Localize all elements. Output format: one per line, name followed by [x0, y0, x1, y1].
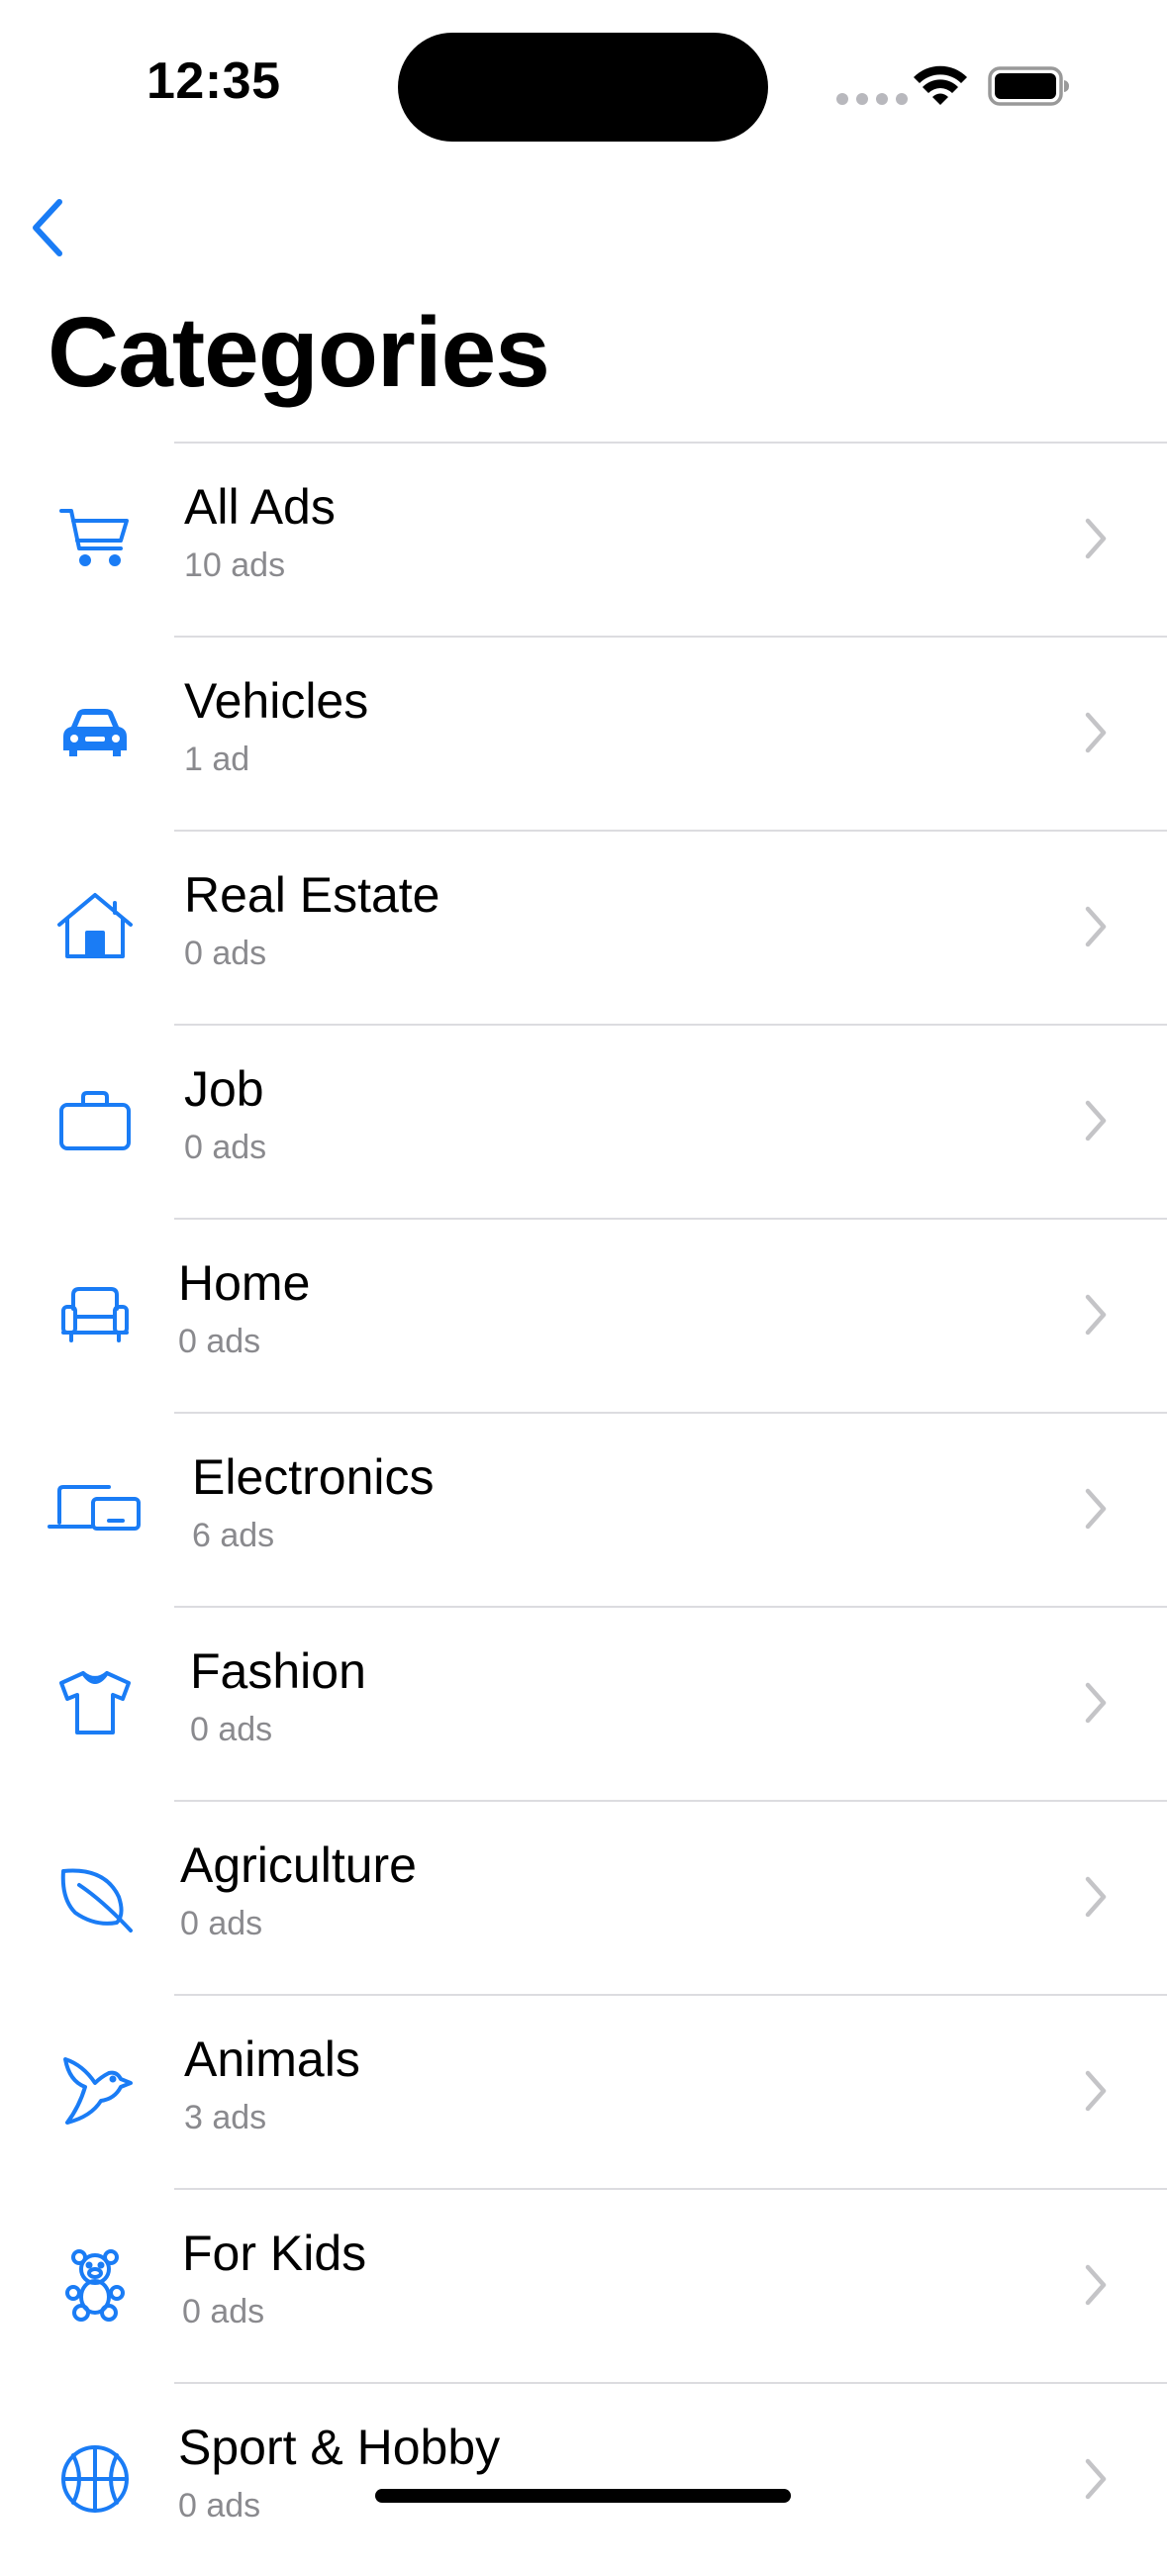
- chevron-right-icon: [1085, 712, 1107, 753]
- separator: [174, 1024, 1167, 1026]
- page-title: Categories: [48, 297, 550, 408]
- chevron-right-icon: [1085, 1682, 1107, 1724]
- separator: [174, 2188, 1167, 2190]
- battery-icon: [988, 66, 1069, 106]
- chevron-right-icon: [1085, 2264, 1107, 2306]
- category-row-fashion[interactable]: Fashion 0 ads: [0, 1606, 1167, 1800]
- separator: [174, 830, 1167, 832]
- category-title: Sport & Hobby: [178, 2420, 501, 2475]
- category-row-all-ads[interactable]: All Ads 10 ads: [0, 442, 1167, 636]
- chevron-right-icon: [1085, 518, 1107, 559]
- category-title: Animals: [184, 2031, 360, 2087]
- chevron-right-icon: [1085, 2458, 1107, 2500]
- devices-icon: [48, 1485, 141, 1531]
- category-title: Electronics: [192, 1449, 435, 1505]
- status-bar: 12:35: [0, 0, 1167, 168]
- category-row-agriculture[interactable]: Agriculture 0 ads: [0, 1800, 1167, 1994]
- separator: [174, 1412, 1167, 1414]
- chevron-right-icon: [1085, 906, 1107, 947]
- category-count: 0 ads: [180, 1905, 263, 1942]
- back-button[interactable]: [18, 188, 77, 267]
- cart-icon: [59, 509, 129, 566]
- separator: [174, 1606, 1167, 1608]
- separator: [174, 1218, 1167, 1220]
- dynamic-island: [398, 33, 768, 142]
- basketball-icon: [61, 2445, 129, 2513]
- chevron-right-icon: [1085, 1488, 1107, 1530]
- category-count: 10 ads: [184, 546, 286, 584]
- separator: [174, 1994, 1167, 1996]
- category-row-animals[interactable]: Animals 3 ads: [0, 1994, 1167, 2188]
- category-row-for-kids[interactable]: For Kids 0 ads: [0, 2188, 1167, 2382]
- category-row-job[interactable]: Job 0 ads: [0, 1024, 1167, 1218]
- house-icon: [57, 893, 133, 958]
- chevron-right-icon: [1085, 1876, 1107, 1918]
- category-row-sport-hobby[interactable]: Sport & Hobby 0 ads: [0, 2382, 1167, 2576]
- category-title: Home: [178, 1255, 311, 1311]
- tshirt-icon: [59, 1671, 131, 1734]
- category-title: Real Estate: [184, 867, 440, 923]
- car-icon: [63, 709, 127, 756]
- category-count: 3 ads: [184, 2099, 267, 2136]
- category-title: Vehicles: [184, 673, 369, 729]
- separator: [174, 2382, 1167, 2384]
- category-count: 1 ad: [184, 741, 250, 778]
- category-title: Job: [184, 1061, 264, 1117]
- cellular-signal-icon: [836, 93, 908, 105]
- category-count: 6 ads: [192, 1517, 275, 1554]
- category-title: All Ads: [184, 479, 336, 535]
- category-title: For Kids: [182, 2226, 367, 2281]
- category-row-electronics[interactable]: Electronics 6 ads: [0, 1412, 1167, 1606]
- category-row-home[interactable]: Home 0 ads: [0, 1218, 1167, 1412]
- category-row-real-estate[interactable]: Real Estate 0 ads: [0, 830, 1167, 1024]
- status-time: 12:35: [146, 52, 281, 110]
- separator: [174, 1800, 1167, 1802]
- home-indicator[interactable]: [375, 2489, 791, 2503]
- chevron-right-icon: [1085, 2070, 1107, 2112]
- category-count: 0 ads: [184, 1129, 267, 1166]
- chevron-left-icon: [33, 199, 62, 256]
- category-title: Agriculture: [180, 1837, 417, 1893]
- category-count: 0 ads: [182, 2293, 265, 2330]
- category-count: 0 ads: [178, 1323, 261, 1360]
- chevron-right-icon: [1085, 1100, 1107, 1141]
- leaf-icon: [60, 1868, 133, 1932]
- category-list: All Ads 10 ads Vehicles 1 ad Real Estate…: [0, 442, 1167, 2576]
- category-count: 0 ads: [184, 935, 267, 972]
- separator: [174, 442, 1167, 444]
- chevron-right-icon: [1085, 1294, 1107, 1336]
- bird-icon: [63, 2057, 133, 2125]
- category-row-vehicles[interactable]: Vehicles 1 ad: [0, 636, 1167, 830]
- armchair-icon: [61, 1287, 129, 1342]
- wifi-icon: [914, 65, 967, 105]
- category-count: 0 ads: [190, 1711, 273, 1748]
- category-title: Fashion: [190, 1643, 366, 1699]
- teddy-bear-icon: [65, 2249, 125, 2322]
- separator: [174, 636, 1167, 638]
- briefcase-icon: [59, 1091, 131, 1150]
